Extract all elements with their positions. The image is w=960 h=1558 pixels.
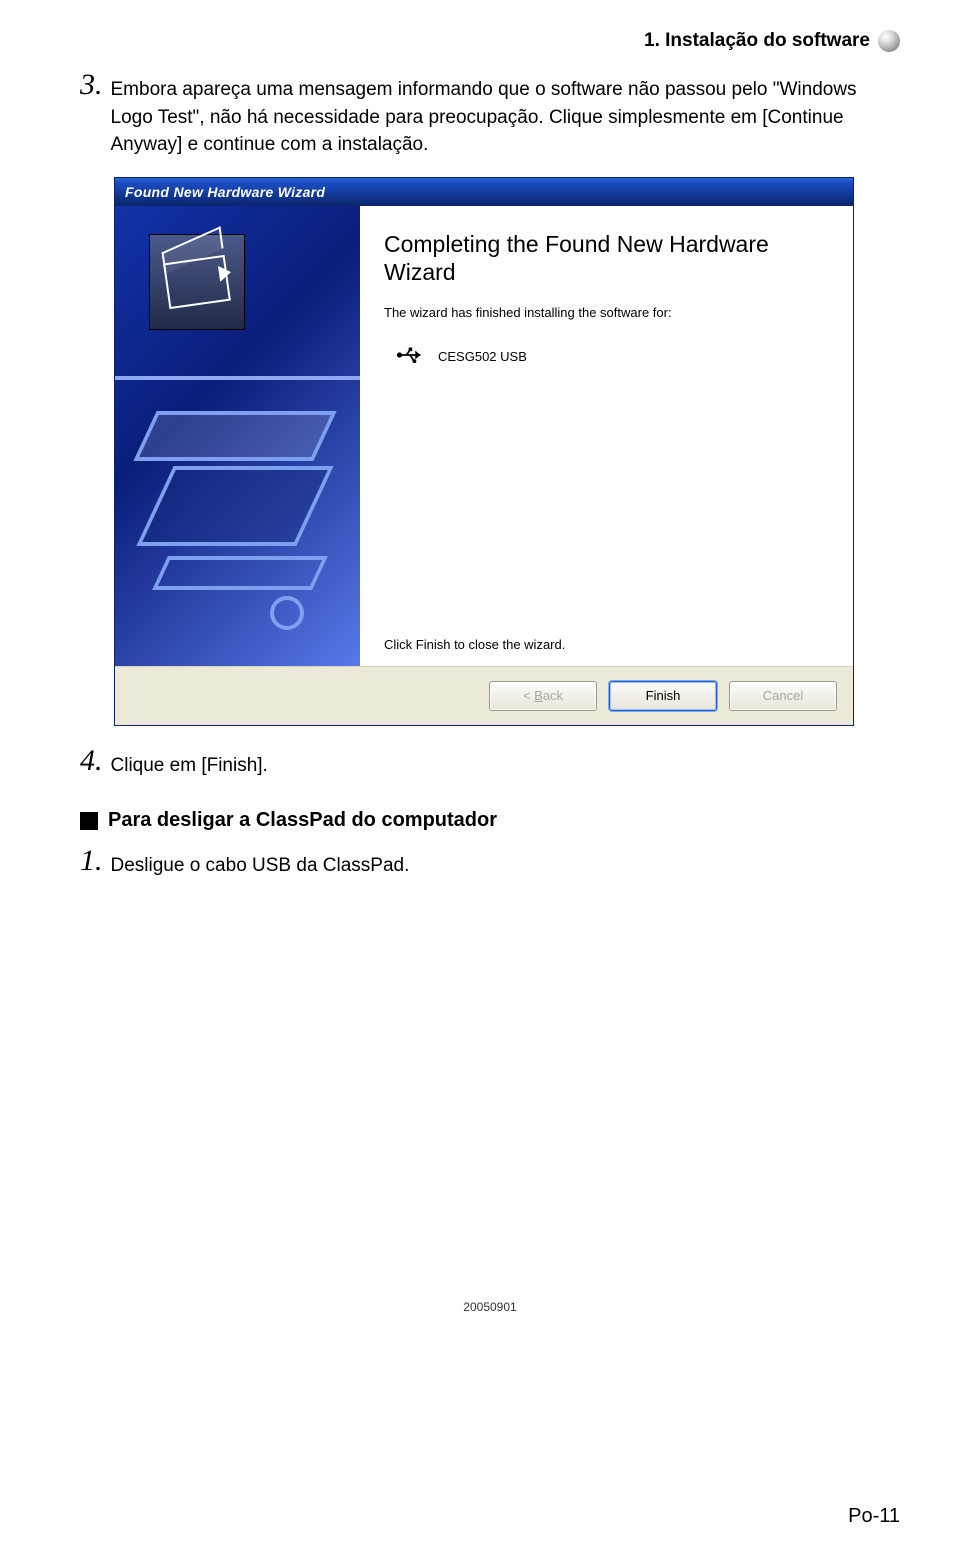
finish-button[interactable]: Finish [609,681,717,711]
page-header: 1. Instalação do software [80,30,900,52]
step-number: 4. [80,746,103,776]
wizard-main-pane: Completing the Found New Hardware Wizard… [360,206,853,666]
wizard-heading: Completing the Found New Hardware Wizard [384,230,823,288]
wizard-install-icon [149,234,245,330]
header-orb-icon [878,30,900,52]
step-number: 1. [80,846,103,876]
step-number: 3. [80,70,103,100]
cancel-button[interactable]: Cancel [729,681,837,711]
hardware-wizard-dialog: Found New Hardware Wizard Completing the… [114,177,854,726]
page-number: Po-11 [848,1505,900,1528]
header-title: 1. Instalação do software [644,30,870,52]
footer-date: 20050901 [80,1300,900,1314]
wizard-subtext: The wizard has finished installing the s… [384,305,823,320]
wizard-device-row: CESG502 USB [384,346,823,367]
step-text: Clique em [Finish]. [111,746,268,780]
step-text: Embora apareça uma mensagem informando q… [111,70,901,159]
wizard-device-name: CESG502 USB [438,349,527,364]
section-heading: Para desligar a ClassPad do computador [80,809,900,832]
wizard-footer: < Back Finish Cancel [115,666,853,725]
section-title: Para desligar a ClassPad do computador [108,809,497,832]
wizard-side-art [115,206,360,666]
step-1-disconnect: 1. Desligue o cabo USB da ClassPad. [80,846,900,880]
step-text: Desligue o cabo USB da ClassPad. [111,846,410,880]
wizard-close-hint: Click Finish to close the wizard. [384,637,565,652]
wizard-title-bar: Found New Hardware Wizard [115,178,853,206]
step-3: 3. Embora apareça uma mensagem informand… [80,70,900,159]
square-bullet-icon [80,812,98,830]
step-4: 4. Clique em [Finish]. [80,746,900,780]
usb-icon [396,346,424,367]
back-button[interactable]: < Back [489,681,597,711]
